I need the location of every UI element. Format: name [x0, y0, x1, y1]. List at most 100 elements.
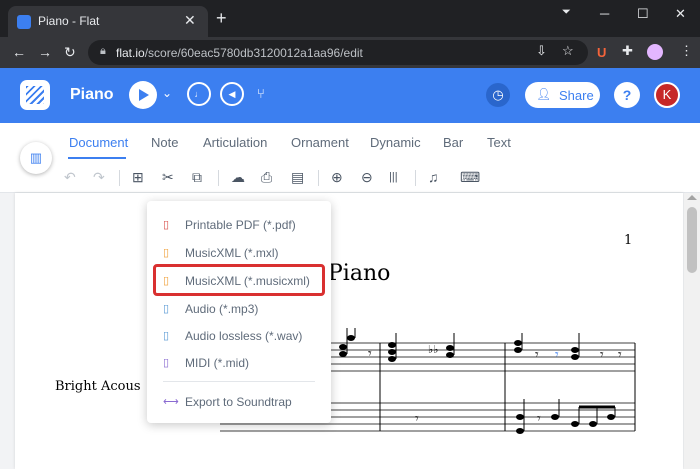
browser-tab-title: Piano - Flat — [38, 14, 100, 28]
score-title[interactable]: Piano — [70, 86, 114, 104]
forward-icon[interactable]: → — [38, 44, 52, 60]
editor-ribbon: ▥ Document Note Articulation Ornament Dy… — [0, 123, 700, 193]
browser-tab[interactable]: Piano - Flat ✕ — [8, 6, 208, 37]
add-user-icon: 👤︎ — [536, 87, 552, 101]
export-wav-label: Audio lossless (*.wav) — [185, 329, 303, 343]
playback-options-chevron-icon[interactable]: ⌄ — [162, 86, 172, 100]
export-mxl-label: MusicXML (*.mxl) — [185, 246, 279, 260]
extensions-puzzle-icon[interactable]: ✚ — [622, 43, 633, 59]
tab-search-icon[interactable]: ⏷ — [562, 6, 571, 19]
keyboard-icon[interactable]: ⌨ — [460, 169, 480, 186]
mxl-file-icon: ▯ — [163, 247, 170, 259]
back-icon[interactable]: ← — [12, 44, 26, 60]
export-pdf-item[interactable]: ▯ Printable PDF (*.pdf) — [147, 212, 331, 238]
tab-bar[interactable]: Bar — [443, 135, 463, 150]
copy-icon[interactable]: ⧉ — [192, 169, 202, 186]
user-avatar[interactable]: K — [654, 82, 680, 108]
export-midi-item[interactable]: ▯ MIDI (*.mid) — [147, 350, 331, 376]
barlines-icon[interactable]: ||| — [389, 171, 398, 183]
undo-icon[interactable]: ↶ — [64, 169, 76, 186]
instrument-panel-icon[interactable]: ▥ — [20, 142, 52, 174]
play-button[interactable] — [129, 81, 157, 109]
flat-accidental: ♭♭ — [428, 344, 438, 356]
export-mp3-item[interactable]: ▯ Audio (*.mp3) — [147, 296, 331, 322]
app-header: Piano ⌄ ♩ ◀︎ ⑂ ◷ 👤︎ Share ? K — [0, 68, 700, 123]
scissors-icon[interactable]: ✂ — [162, 169, 174, 186]
url-text: flat.io/score/60eac5780db3120012a1aa96/e… — [116, 46, 363, 60]
flat-logo-icon[interactable] — [20, 80, 50, 110]
music-staff[interactable]: 𝄾𝄾𝄾 𝄾𝄾 𝄾𝄾𝄾 𝄾 ♭♭ — [15, 193, 683, 469]
new-tab-button[interactable]: + — [216, 8, 227, 29]
export-mp3-label: Audio (*.mp3) — [185, 302, 259, 316]
audio-lossless-icon: ▯ — [163, 330, 170, 342]
lock-icon: 🔒︎ — [100, 45, 106, 57]
instrument-icon[interactable]: ♫ — [428, 169, 439, 185]
export-soundtrap-item[interactable]: ⟷ Export to Soundtrap — [147, 389, 331, 415]
browser-tab-strip: Piano - Flat ✕ + ⏷ ─ ☐ ✕ — [0, 0, 700, 37]
midi-file-icon: ▯ — [163, 357, 170, 369]
svg-text:𝄾: 𝄾 — [555, 347, 559, 363]
svg-text:𝄾: 𝄾 — [368, 346, 372, 362]
tuning-fork-icon[interactable]: ⑂ — [257, 86, 265, 101]
rests: 𝄾𝄾𝄾 𝄾𝄾 𝄾𝄾𝄾 𝄾 — [283, 346, 622, 427]
score-canvas[interactable]: 1 Piano Bright Acous 𝄾 𝄾 𝄾 𝄾 𝄾 𝄾 𝄾 ♭♭ — [0, 193, 700, 469]
volume-icon[interactable]: ◀︎ — [220, 82, 244, 106]
export-pdf-label: Printable PDF (*.pdf) — [185, 218, 296, 232]
export-soundtrap-label: Export to Soundtrap — [185, 395, 292, 409]
maximize-button[interactable]: ☐ — [637, 6, 649, 22]
musicxml-highlight-box — [153, 264, 325, 296]
toolbar-divider — [318, 170, 319, 186]
install-app-icon[interactable]: ⇩ — [536, 43, 547, 59]
scroll-thumb[interactable] — [687, 207, 697, 273]
active-tab-indicator — [68, 157, 126, 159]
zoom-in-icon[interactable]: ⊕ — [331, 169, 343, 186]
scroll-up-arrow-icon[interactable] — [687, 195, 697, 200]
close-tab-icon[interactable]: ✕ — [184, 12, 196, 29]
minimize-button[interactable]: ─ — [600, 6, 609, 21]
tab-dynamic[interactable]: Dynamic — [370, 135, 421, 150]
note-stems — [346, 328, 616, 431]
share-button[interactable]: 👤︎ Share — [525, 82, 600, 108]
add-page-icon[interactable]: ⊞ — [132, 169, 144, 186]
close-window-button[interactable]: ✕ — [675, 6, 686, 22]
tab-document[interactable]: Document — [69, 135, 128, 150]
layout-icon[interactable]: ▤ — [291, 169, 304, 186]
metronome-icon[interactable]: ♩ — [187, 82, 211, 106]
tab-note[interactable]: Note — [151, 135, 178, 150]
toolbar-divider — [415, 170, 416, 186]
browser-menu-icon[interactable]: ⋮ — [680, 43, 693, 59]
svg-text:𝄾: 𝄾 — [535, 347, 539, 363]
vertical-scrollbar[interactable] — [684, 193, 700, 469]
zoom-out-icon[interactable]: ⊖ — [361, 169, 373, 186]
help-icon[interactable]: ? — [614, 82, 640, 108]
soundtrap-icon: ⟷ — [163, 396, 179, 408]
export-menu: ▯ Printable PDF (*.pdf) ▯ MusicXML (*.mx… — [147, 201, 331, 423]
tab-articulation[interactable]: Articulation — [203, 135, 267, 150]
score-page[interactable]: 1 Piano Bright Acous 𝄾 𝄾 𝄾 𝄾 𝄾 𝄾 𝄾 ♭♭ — [15, 193, 683, 469]
export-mxl-item[interactable]: ▯ MusicXML (*.mxl) — [147, 240, 331, 266]
svg-text:𝄾: 𝄾 — [618, 347, 622, 363]
toolbar-divider — [218, 170, 219, 186]
cloud-export-icon[interactable]: ☁ — [231, 169, 245, 186]
print-icon[interactable]: ⎙ — [261, 169, 272, 186]
flat-favicon-icon — [17, 15, 31, 29]
share-label: Share — [559, 88, 594, 103]
tab-ornament[interactable]: Ornament — [291, 135, 349, 150]
audio-file-icon: ▯ — [163, 303, 170, 315]
play-icon — [139, 89, 149, 101]
history-icon[interactable]: ◷ — [486, 83, 510, 107]
svg-text:𝄾: 𝄾 — [600, 347, 604, 363]
profile-avatar[interactable] — [647, 44, 663, 60]
pdf-icon: ▯ — [163, 219, 170, 231]
redo-icon[interactable]: ↷ — [93, 169, 105, 186]
export-wav-item[interactable]: ▯ Audio lossless (*.wav) — [147, 323, 331, 349]
export-midi-label: MIDI (*.mid) — [185, 356, 249, 370]
svg-text:𝄾: 𝄾 — [537, 411, 541, 427]
reload-icon[interactable]: ↻ — [64, 44, 76, 61]
bookmark-star-icon[interactable]: ☆ — [562, 43, 574, 59]
menu-divider — [163, 381, 315, 382]
url-field[interactable]: 🔒︎ flat.io/score/60eac5780db3120012a1aa9… — [88, 40, 588, 65]
extension-u-icon[interactable]: U — [597, 45, 606, 60]
address-bar: ← → ↻ 🔒︎ flat.io/score/60eac5780db312001… — [0, 37, 700, 68]
tab-text[interactable]: Text — [487, 135, 511, 150]
